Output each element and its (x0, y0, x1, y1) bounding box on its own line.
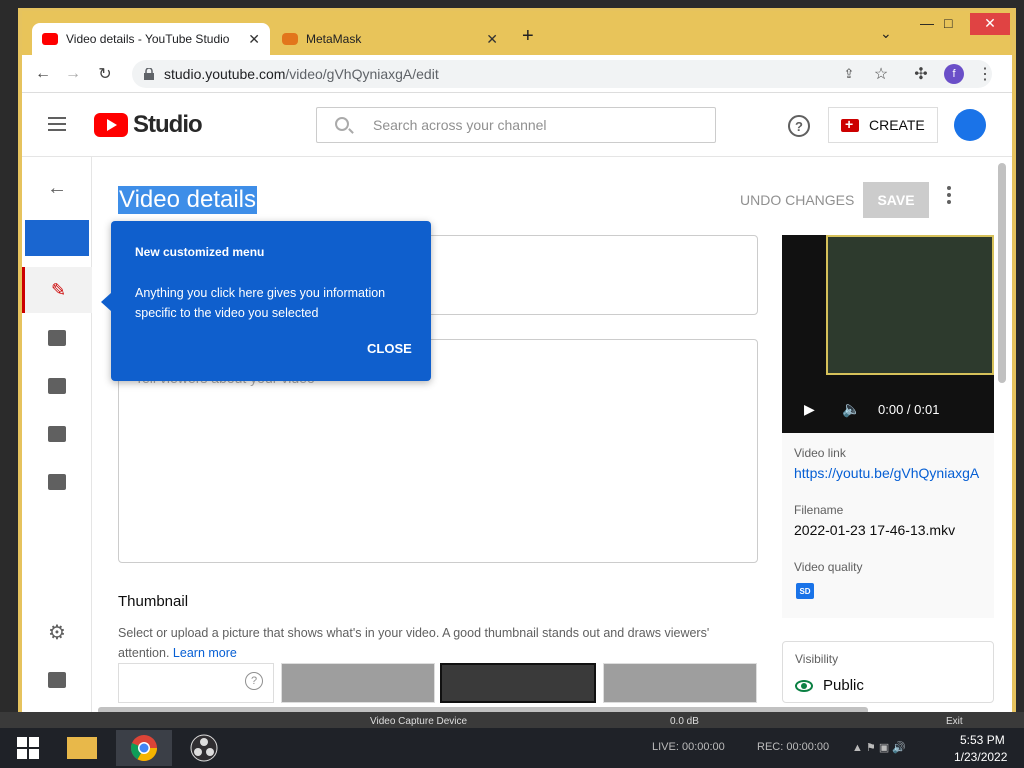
video-quality-label: Video quality (794, 560, 863, 574)
send-feedback-icon[interactable] (22, 657, 92, 703)
windows-start-icon[interactable] (0, 730, 56, 766)
file-explorer-icon[interactable] (54, 730, 110, 766)
create-button[interactable]: CREATE (828, 107, 938, 143)
create-label: CREATE (869, 117, 925, 133)
details-pencil-icon[interactable]: ✎ (22, 267, 92, 313)
tray-icons[interactable]: ▲ ⚑ ▣ 🔊 (852, 741, 906, 754)
play-icon[interactable]: ▶ (804, 401, 815, 418)
studio-page: Studio Search across your channel ? CREA… (22, 93, 1012, 714)
clock-time[interactable]: 5:53 PM (960, 733, 1005, 747)
url-host: studio.youtube.com (164, 66, 286, 82)
auto-thumbnail-2[interactable] (440, 663, 596, 703)
tab-search-chevron-icon[interactable]: ⌄ (880, 25, 892, 42)
video-frame (826, 235, 994, 375)
close-tab-icon[interactable]: ✕ (248, 31, 260, 48)
video-link-label: Video link (794, 446, 846, 460)
thumbnail-description: Select or upload a picture that shows wh… (118, 623, 748, 663)
help-icon[interactable]: ? (788, 115, 810, 137)
customized-menu-tooltip: New customized menu Anything you click h… (101, 221, 431, 381)
tooltip-close-button[interactable]: CLOSE (367, 341, 412, 356)
subtitles-icon[interactable] (22, 459, 92, 505)
settings-gear-icon[interactable]: ⚙ (22, 609, 92, 655)
video-thumbnail-nav[interactable] (22, 215, 92, 261)
auto-thumbnail-3[interactable] (603, 663, 757, 703)
windows-taskbar: LIVE: 00:00:00 REC: 00:00:00 ▲ ⚑ ▣ 🔊 5:5… (0, 728, 1024, 768)
hamburger-menu-icon[interactable] (48, 117, 66, 135)
tab-metamask[interactable]: MetaMask ✕ (272, 23, 508, 55)
share-icon[interactable]: ⇪ (838, 63, 860, 85)
metamask-favicon-icon (282, 33, 298, 45)
bookmark-star-icon[interactable]: ☆ (870, 63, 892, 85)
tab-title: Video details - YouTube Studio (66, 32, 230, 46)
browser-window: Video details - YouTube Studio ✕ MetaMas… (18, 8, 1016, 718)
more-options-icon[interactable] (947, 186, 951, 207)
player-controls: ▶ 🔈 0:00 / 0:01 (782, 393, 994, 433)
sd-badge: SD (796, 583, 814, 599)
browser-menu-icon[interactable]: ⋮ (974, 63, 996, 85)
forward-arrow-icon[interactable]: → (62, 63, 84, 85)
visibility-label: Visibility (795, 652, 839, 666)
save-button[interactable]: SAVE (863, 182, 929, 218)
tab-video-details[interactable]: Video details - YouTube Studio ✕ (32, 23, 270, 55)
close-tab-icon[interactable]: ✕ (486, 31, 498, 48)
upload-thumbnail-button[interactable]: ? (118, 663, 274, 703)
tab-strip: Video details - YouTube Studio ✕ MetaMas… (22, 11, 1012, 55)
video-time: 0:00 / 0:01 (878, 402, 940, 417)
address-bar[interactable]: studio.youtube.com/video/gVhQyniaxgA/edi… (132, 60, 992, 88)
visibility-box[interactable]: Visibility Public (782, 641, 994, 703)
obs-rec-timer: REC: 00:00:00 (757, 741, 830, 753)
filename-label: Filename (794, 503, 844, 517)
youtube-favicon-icon (42, 33, 58, 45)
tooltip-title: New customized menu (135, 245, 265, 259)
video-info-panel: Video link https://youtu.be/gVhQyniaxgA … (782, 433, 994, 618)
thumbnail-heading: Thumbnail (118, 593, 189, 610)
obs-source-label: Video Capture Device (370, 716, 468, 727)
account-avatar[interactable] (954, 109, 986, 141)
auto-thumbnail-1[interactable] (281, 663, 435, 703)
create-camera-icon (841, 116, 859, 132)
video-link[interactable]: https://youtu.be/gVhQyniaxgA (794, 465, 979, 481)
visibility-eye-icon (795, 680, 813, 692)
studio-logo[interactable]: Studio (94, 111, 203, 139)
visibility-value: Public (823, 677, 864, 694)
tab-title: MetaMask (306, 32, 362, 46)
vertical-scrollbar[interactable] (998, 163, 1006, 383)
search-icon (335, 117, 349, 131)
analytics-icon[interactable] (22, 315, 92, 361)
tooltip-body: Anything you click here gives you inform… (135, 286, 386, 320)
minimize-icon[interactable]: — (920, 15, 934, 31)
learn-more-link[interactable]: Learn more (173, 646, 237, 660)
lock-icon (144, 67, 154, 80)
page-title: Video details (118, 186, 257, 214)
thumbnail-help-icon[interactable]: ? (245, 672, 263, 690)
back-arrow-icon[interactable]: ← (32, 63, 54, 85)
left-navigation: ← ✎ ⚙ (22, 157, 92, 714)
maximize-icon[interactable]: □ (944, 15, 952, 31)
extensions-icon[interactable]: ✣ (910, 63, 932, 85)
close-window-icon[interactable]: ✕ (970, 13, 1010, 35)
profile-avatar[interactable]: f (944, 64, 964, 84)
obs-icon[interactable] (176, 730, 232, 766)
chrome-icon[interactable] (116, 730, 172, 766)
video-preview[interactable]: ▶ 🔈 0:00 / 0:01 (782, 235, 994, 433)
youtube-logo-icon (94, 113, 128, 137)
editor-clapper-icon[interactable] (22, 363, 92, 409)
studio-header: Studio Search across your channel ? CREA… (22, 93, 1012, 157)
volume-icon[interactable]: 🔈 (842, 400, 861, 418)
obs-db-label: 0.0 dB (670, 716, 699, 727)
search-input[interactable]: Search across your channel (316, 107, 716, 143)
undo-changes-button[interactable]: UNDO CHANGES (740, 192, 854, 208)
reload-icon[interactable]: ↻ (94, 63, 116, 85)
logo-text: Studio (133, 111, 203, 138)
filename-value: 2022-01-23 17-46-13.mkv (794, 522, 956, 538)
url-path: /video/gVhQyniaxgA/edit (285, 66, 439, 82)
obs-exit-button[interactable]: Exit (946, 716, 963, 727)
new-tab-icon[interactable]: + (522, 25, 534, 48)
clock-date[interactable]: 1/23/2022 (954, 750, 1007, 764)
obs-live-timer: LIVE: 00:00:00 (652, 741, 725, 753)
comments-icon[interactable] (22, 411, 92, 457)
back-to-channel-icon[interactable]: ← (22, 165, 92, 211)
browser-toolbar: ← → ↻ studio.youtube.com/video/gVhQyniax… (22, 55, 1012, 93)
search-placeholder: Search across your channel (373, 117, 547, 133)
